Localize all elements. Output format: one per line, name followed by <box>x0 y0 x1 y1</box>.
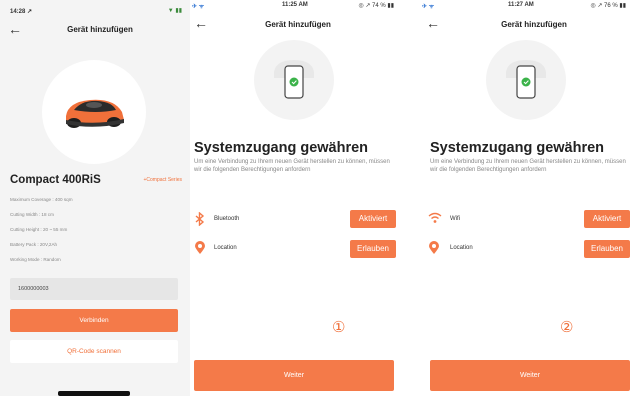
status-indicators: ▼ ▮▮ <box>167 8 182 14</box>
permission-label-wifi: Wifi <box>450 216 460 222</box>
wifi-activated-button[interactable]: Aktiviert <box>584 210 630 228</box>
permission-heading: Systemzugang gewähren <box>194 140 369 156</box>
status-signal-icons: ✈ ᯤ <box>192 4 205 10</box>
robot-mower-image <box>66 99 124 128</box>
phone-illustration <box>486 40 566 120</box>
phone-icon <box>274 60 314 99</box>
permission-description: Um eine Verbindung zu Ihrem neuen Gerät … <box>430 159 626 173</box>
connect-button[interactable]: Verbinden <box>10 309 178 332</box>
spec-working-mode: Working Mode : Random <box>10 257 61 262</box>
page-title: Gerät hinzufügen <box>501 20 567 29</box>
status-time: 11:25 AM <box>282 2 308 8</box>
bluetooth-activated-button[interactable]: Aktiviert <box>350 210 396 228</box>
phone-icon <box>506 60 546 99</box>
status-signal-icons: ✈ ᯤ <box>422 4 435 10</box>
series-link[interactable]: +Compact Series <box>144 177 183 183</box>
next-button[interactable]: Weiter <box>194 360 394 391</box>
product-image-circle <box>42 60 146 164</box>
serial-number-field[interactable]: 1600000003 <box>10 278 178 300</box>
status-time: 14:28 ↗ <box>10 9 33 15</box>
status-bar: ✈ ᯤ 11:25 AM ◎ ↗ 74 % ▮▮ <box>190 0 408 22</box>
status-indicators: ◎ ↗ 74 % ▮▮ <box>358 3 394 9</box>
page-title: Gerät hinzufügen <box>67 25 133 34</box>
permission-label-location: Location <box>214 245 237 251</box>
permission-description: Um eine Verbindung zu Ihrem neuen Gerät … <box>194 159 390 173</box>
serial-number-value: 1600000003 <box>18 286 49 292</box>
permissions-screen-bluetooth: ✈ ᯤ 11:25 AM ◎ ↗ 74 % ▮▮ ← Gerät hinzufü… <box>190 0 408 396</box>
location-allow-button[interactable]: Erlauben <box>350 240 396 258</box>
status-indicators: ◎ ↗ 76 % ▮▮ <box>590 3 626 9</box>
spec-battery: Battery Pack : 20V,2Ah <box>10 242 58 247</box>
status-bar: ✈ ᯤ 11:27 AM ◎ ↗ 76 % ▮▮ <box>418 0 636 22</box>
status-time: 11:27 AM <box>508 2 534 8</box>
home-indicator <box>58 391 130 396</box>
spec-cutting-width: Cutting Width : 18 cm <box>10 212 54 217</box>
page-title: Gerät hinzufügen <box>265 20 331 29</box>
product-name: Compact 400RiS <box>10 174 101 186</box>
wifi-icon <box>428 212 442 226</box>
spec-coverage: Maximum Coverage : 400 sqm <box>10 197 73 202</box>
phone-illustration <box>254 40 334 120</box>
permission-heading: Systemzugang gewähren <box>430 140 605 156</box>
device-detail-screen: 14:28 ↗ ▼ ▮▮ ← Gerät hinzufügen Compact … <box>0 0 190 396</box>
screen-divider <box>408 0 418 396</box>
location-allow-button[interactable]: Erlauben <box>584 240 630 258</box>
permission-label-location: Location <box>450 245 473 251</box>
permissions-screen-wifi: ✈ ᯤ 11:27 AM ◎ ↗ 76 % ▮▮ ← Gerät hinzufü… <box>418 0 636 396</box>
step-marker: ① <box>332 319 346 336</box>
status-bar: 14:28 ↗ ▼ ▮▮ <box>0 0 190 22</box>
step-marker: ② <box>560 319 574 336</box>
spec-cutting-height: Cutting Height : 20 ~ 55 mm <box>10 227 68 232</box>
qr-scan-button[interactable]: QR-Code scannen <box>10 340 178 363</box>
bluetooth-icon <box>194 211 206 228</box>
location-icon <box>194 241 206 257</box>
next-button[interactable]: Weiter <box>430 360 630 391</box>
permission-label-bluetooth: Bluetooth <box>214 216 240 222</box>
location-icon <box>428 241 440 257</box>
